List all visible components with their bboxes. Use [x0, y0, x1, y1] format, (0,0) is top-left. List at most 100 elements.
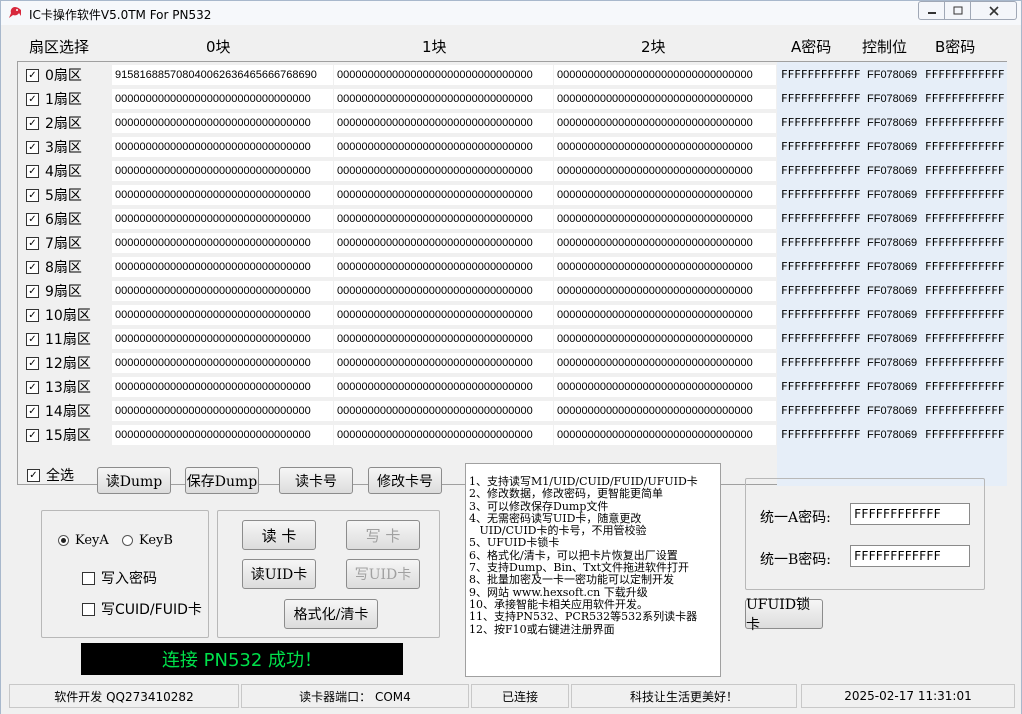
control-bits-field[interactable]: FF078069 — [864, 257, 920, 277]
sector-select-checkbox[interactable]: ✓ 10扇区 — [26, 305, 91, 325]
sector-checkbox-box[interactable]: ✓ — [26, 68, 39, 82]
sector-select-checkbox[interactable]: ✓ 3扇区 — [26, 137, 82, 157]
block2-field[interactable]: 00000000000000000000000000000000 — [554, 281, 776, 301]
block2-field[interactable]: 00000000000000000000000000000000 — [554, 185, 776, 205]
control-bits-field[interactable]: FF078069 — [864, 425, 920, 445]
block1-field[interactable]: 00000000000000000000000000000000 — [334, 233, 553, 253]
control-bits-field[interactable]: FF078069 — [864, 377, 920, 397]
sector-checkbox-box[interactable]: ✓ — [26, 236, 39, 250]
control-bits-field[interactable]: FF078069 — [864, 401, 920, 421]
key-b-field[interactable]: FFFFFFFFFFFF — [922, 377, 1006, 397]
block1-field[interactable]: 00000000000000000000000000000000 — [334, 89, 553, 109]
control-bits-field[interactable]: FF078069 — [864, 65, 920, 85]
control-bits-field[interactable]: FF078069 — [864, 89, 920, 109]
control-bits-field[interactable]: FF078069 — [864, 329, 920, 349]
key-b-field[interactable]: FFFFFFFFFFFF — [922, 137, 1006, 157]
block0-field[interactable]: 00000000000000000000000000000000 — [112, 257, 333, 277]
block1-field[interactable]: 00000000000000000000000000000000 — [334, 113, 553, 133]
read-card-button[interactable]: 读 卡 — [242, 520, 316, 550]
sector-checkbox-box[interactable]: ✓ — [26, 356, 39, 370]
block0-field[interactable]: 00000000000000000000000000000000 — [112, 161, 333, 181]
key-a-field[interactable]: FFFFFFFFFFFF — [778, 353, 862, 373]
sector-select-checkbox[interactable]: ✓ 15扇区 — [26, 425, 91, 445]
block0-field[interactable]: 00000000000000000000000000000000 — [112, 113, 333, 133]
key-b-field[interactable]: FFFFFFFFFFFF — [922, 281, 1006, 301]
close-button[interactable] — [971, 1, 1017, 20]
sector-select-checkbox[interactable]: ✓ 0扇区 — [26, 65, 82, 85]
sector-checkbox-box[interactable]: ✓ — [26, 308, 39, 322]
sector-checkbox-box[interactable]: ✓ — [26, 260, 39, 274]
control-bits-field[interactable]: FF078069 — [864, 161, 920, 181]
key-b-field[interactable]: FFFFFFFFFFFF — [922, 89, 1006, 109]
block1-field[interactable]: 00000000000000000000000000000000 — [334, 209, 553, 229]
block0-field[interactable]: 00000000000000000000000000000000 — [112, 377, 333, 397]
block0-field[interactable]: 915816885708040062636465666768690 — [112, 65, 333, 85]
read-dump-button[interactable]: 读Dump — [97, 467, 171, 494]
write-cuid-checkbox-box[interactable] — [82, 602, 95, 616]
block0-field[interactable]: 00000000000000000000000000000000 — [112, 209, 333, 229]
control-bits-field[interactable]: FF078069 — [864, 353, 920, 373]
sector-select-checkbox[interactable]: ✓ 1扇区 — [26, 89, 82, 109]
block1-field[interactable]: 00000000000000000000000000000000 — [334, 329, 553, 349]
select-all-checkbox[interactable]: ✓ 全选 — [27, 465, 74, 485]
key-a-field[interactable]: FFFFFFFFFFFF — [778, 281, 862, 301]
block1-field[interactable]: 00000000000000000000000000000000 — [334, 257, 553, 277]
key-a-field[interactable]: FFFFFFFFFFFF — [778, 425, 862, 445]
block0-field[interactable]: 00000000000000000000000000000000 — [112, 401, 333, 421]
read-card-number-button[interactable]: 读卡号 — [279, 467, 353, 494]
write-uid-button[interactable]: 写UID卡 — [346, 559, 420, 589]
block0-field[interactable]: 00000000000000000000000000000000 — [112, 353, 333, 373]
block1-field[interactable]: 00000000000000000000000000000000 — [334, 161, 553, 181]
key-a-field[interactable]: FFFFFFFFFFFF — [778, 161, 862, 181]
key-a-field[interactable]: FFFFFFFFFFFF — [778, 257, 862, 277]
block1-field[interactable]: 00000000000000000000000000000000 — [334, 353, 553, 373]
key-b-field[interactable]: FFFFFFFFFFFF — [922, 305, 1006, 325]
minimize-button[interactable] — [918, 1, 945, 20]
block2-field[interactable]: 00000000000000000000000000000000 — [554, 113, 776, 133]
key-a-field[interactable]: FFFFFFFFFFFF — [778, 65, 862, 85]
key-b-field[interactable]: FFFFFFFFFFFF — [922, 65, 1006, 85]
key-b-field[interactable]: FFFFFFFFFFFF — [922, 233, 1006, 253]
sector-select-checkbox[interactable]: ✓ 7扇区 — [26, 233, 82, 253]
control-bits-field[interactable]: FF078069 — [864, 137, 920, 157]
key-b-field[interactable]: FFFFFFFFFFFF — [922, 329, 1006, 349]
key-a-field[interactable]: FFFFFFFFFFFF — [778, 377, 862, 397]
block2-field[interactable]: 00000000000000000000000000000000 — [554, 161, 776, 181]
block0-field[interactable]: 00000000000000000000000000000000 — [112, 425, 333, 445]
ufuid-lock-button[interactable]: UFUID锁卡 — [745, 597, 823, 633]
control-bits-field[interactable]: FF078069 — [864, 185, 920, 205]
key-a-field[interactable]: FFFFFFFFFFFF — [778, 113, 862, 133]
sector-select-checkbox[interactable]: ✓ 14扇区 — [26, 401, 91, 421]
key-a-field[interactable]: FFFFFFFFFFFF — [778, 209, 862, 229]
block0-field[interactable]: 00000000000000000000000000000000 — [112, 137, 333, 157]
block2-field[interactable]: 00000000000000000000000000000000 — [554, 89, 776, 109]
key-a-field[interactable]: FFFFFFFFFFFF — [778, 137, 862, 157]
modify-card-number-button[interactable]: 修改卡号 — [368, 467, 442, 494]
key-b-field[interactable]: FFFFFFFFFFFF — [922, 209, 1006, 229]
key-b-field[interactable]: FFFFFFFFFFFF — [922, 425, 1006, 445]
block2-field[interactable]: 00000000000000000000000000000000 — [554, 233, 776, 253]
block0-field[interactable]: 00000000000000000000000000000000 — [112, 281, 333, 301]
sector-checkbox-box[interactable]: ✓ — [26, 116, 39, 130]
block2-field[interactable]: 00000000000000000000000000000000 — [554, 65, 776, 85]
write-key-checkbox[interactable]: 写入密码 — [82, 568, 157, 588]
sector-select-checkbox[interactable]: ✓ 8扇区 — [26, 257, 82, 277]
block1-field[interactable]: 00000000000000000000000000000000 — [334, 185, 553, 205]
block2-field[interactable]: 00000000000000000000000000000000 — [554, 137, 776, 157]
control-bits-field[interactable]: FF078069 — [864, 209, 920, 229]
key-a-radio[interactable]: KeyA — [58, 533, 109, 548]
sector-select-checkbox[interactable]: ✓ 5扇区 — [26, 185, 82, 205]
block2-field[interactable]: 00000000000000000000000000000000 — [554, 305, 776, 325]
sector-checkbox-box[interactable]: ✓ — [26, 428, 39, 442]
feature-info-textbox[interactable]: 1、支持读写M1/UID/CUID/FUID/UFUID卡 2、修改数据，修改密码… — [465, 463, 721, 677]
key-a-field[interactable]: FFFFFFFFFFFF — [778, 233, 862, 253]
sector-checkbox-box[interactable]: ✓ — [26, 404, 39, 418]
block1-field[interactable]: 00000000000000000000000000000000 — [334, 377, 553, 397]
block0-field[interactable]: 00000000000000000000000000000000 — [112, 89, 333, 109]
write-cuid-checkbox[interactable]: 写CUID/FUID卡 — [82, 599, 202, 619]
block0-field[interactable]: 00000000000000000000000000000000 — [112, 185, 333, 205]
block0-field[interactable]: 00000000000000000000000000000000 — [112, 329, 333, 349]
sector-select-checkbox[interactable]: ✓ 2扇区 — [26, 113, 82, 133]
sector-select-checkbox[interactable]: ✓ 13扇区 — [26, 377, 91, 397]
read-uid-button[interactable]: 读UID卡 — [242, 559, 316, 589]
